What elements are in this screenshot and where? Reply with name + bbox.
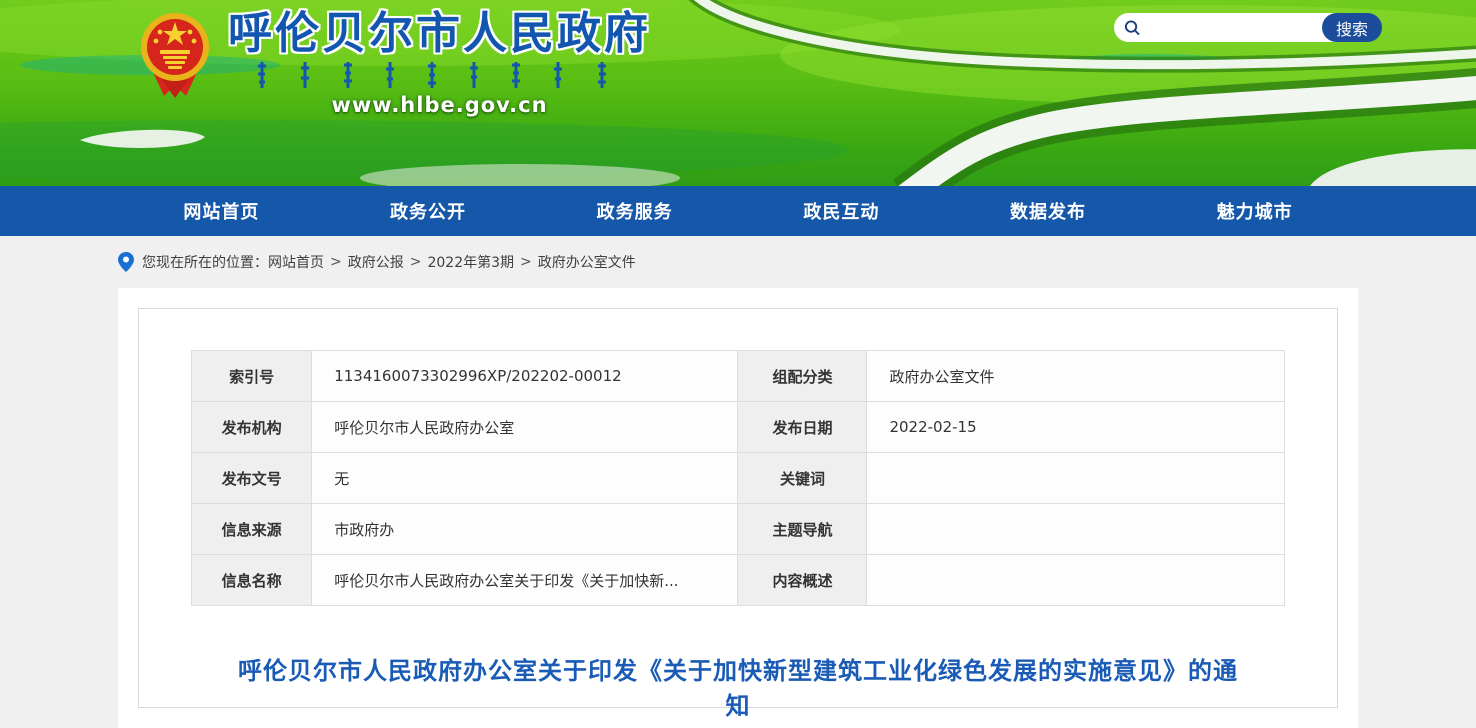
national-emblem-icon [138,10,212,100]
breadcrumb-prefix: 您现在所在的位置： [142,252,268,272]
meta-value-publisher: 呼伦贝尔市人民政府办公室 [312,402,738,453]
table-row: 信息来源 市政府办 主题导航 [192,504,1285,555]
site-brand: 呼伦贝尔市人民政府 www.hlbe.gov.cn [138,10,651,117]
nav-item-gov-info[interactable]: 政务公开 [325,186,532,236]
document-title: 呼伦贝尔市人民政府办公室关于印发《关于加快新型建筑工业化绿色发展的实施意见》的通… [227,654,1249,724]
nav-item-city[interactable]: 魅力城市 [1151,186,1358,236]
meta-value-keywords [867,453,1285,504]
breadcrumb-separator: > [330,254,342,270]
meta-label-doc-no: 发布文号 [192,453,312,504]
meta-value-summary [867,555,1285,606]
breadcrumb-link-gazette[interactable]: 政府公报 [348,252,404,272]
breadcrumb-link-docs[interactable]: 政府办公室文件 [538,252,636,272]
table-row: 信息名称 呼伦贝尔市人民政府办公室关于印发《关于加快新... 内容概述 [192,555,1285,606]
meta-label-keywords: 关键词 [738,453,867,504]
nav-item-data[interactable]: 数据发布 [945,186,1152,236]
content-card: 索引号 1134160073302996XP/202202-00012 组配分类… [118,288,1358,728]
meta-value-topic-nav [867,504,1285,555]
main-nav: 网站首页 政务公开 政务服务 政民互动 数据发布 魅力城市 [0,186,1476,236]
meta-value-doc-no: 无 [312,453,738,504]
breadcrumb-link-issue[interactable]: 2022年第3期 [427,252,514,272]
meta-label-category: 组配分类 [738,351,867,402]
nav-item-interaction[interactable]: 政民互动 [738,186,945,236]
meta-label-summary: 内容概述 [738,555,867,606]
breadcrumb-separator: > [520,254,532,270]
search-bar: 搜索 [1114,13,1380,42]
nav-item-gov-service[interactable]: 政务服务 [531,186,738,236]
meta-label-source: 信息来源 [192,504,312,555]
meta-label-pub-date: 发布日期 [738,402,867,453]
meta-label-info-name: 信息名称 [192,555,312,606]
table-row: 发布机构 呼伦贝尔市人民政府办公室 发布日期 2022-02-15 [192,402,1285,453]
site-title: 呼伦贝尔市人民政府 [228,10,651,58]
search-input[interactable] [1141,13,1322,42]
mongolian-script-icon [250,60,630,90]
meta-value-info-name: 呼伦贝尔市人民政府办公室关于印发《关于加快新... [312,555,738,606]
search-icon [1124,19,1141,37]
breadcrumb-separator: > [410,254,422,270]
nav-item-home[interactable]: 网站首页 [118,186,325,236]
breadcrumb: 您现在所在的位置： 网站首页 > 政府公报 > 2022年第3期 > 政府办公室… [118,236,1358,288]
table-row: 索引号 1134160073302996XP/202202-00012 组配分类… [192,351,1285,402]
location-pin-icon [118,252,134,272]
site-url: www.hlbe.gov.cn [331,93,547,117]
meta-value-index-no: 1134160073302996XP/202202-00012 [312,351,738,402]
meta-label-index-no: 索引号 [192,351,312,402]
meta-label-topic-nav: 主题导航 [738,504,867,555]
breadcrumb-link-home[interactable]: 网站首页 [268,252,324,272]
header-banner: 呼伦贝尔市人民政府 www.hlbe.gov.cn [0,0,1476,186]
meta-label-publisher: 发布机构 [192,402,312,453]
meta-value-source: 市政府办 [312,504,738,555]
meta-value-category: 政府办公室文件 [867,351,1285,402]
document-meta-table: 索引号 1134160073302996XP/202202-00012 组配分类… [191,350,1285,606]
meta-value-pub-date: 2022-02-15 [867,402,1285,453]
table-row: 发布文号 无 关键词 [192,453,1285,504]
search-button[interactable]: 搜索 [1322,13,1382,42]
document-panel: 索引号 1134160073302996XP/202202-00012 组配分类… [138,308,1338,708]
